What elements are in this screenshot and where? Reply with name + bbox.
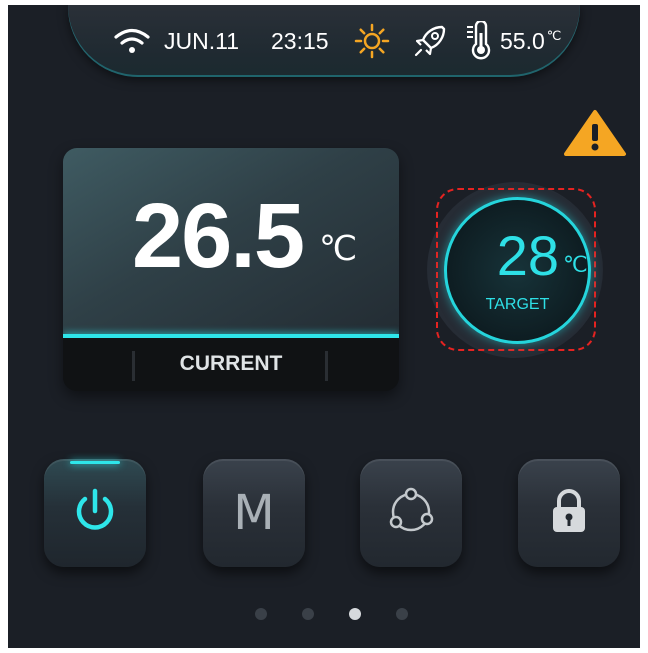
rocket-icon [412,5,448,77]
water-temp-value: 55.0 [500,27,545,54]
power-button[interactable] [44,459,146,567]
current-label-area: CURRENT [63,338,399,391]
mode-button[interactable]: M [203,459,305,567]
cycle-icon [383,485,439,542]
warning-icon[interactable] [563,109,627,157]
thermostat-screen: JUN.11 23:15 55.0 ℃ 26.5 ℃ CURRENT 28 ℃ … [8,5,640,648]
target-temperature-value: 28 [496,224,559,287]
page-dot[interactable] [255,608,267,620]
status-date: JUN.11 [164,27,239,54]
current-temperature-display: 26.5 ℃ [63,148,399,335]
status-bar: JUN.11 23:15 55.0 ℃ [68,5,580,77]
page-indicator [8,608,640,624]
water-temp-unit: ℃ [546,28,562,43]
sun-icon [354,5,390,77]
active-indicator [70,461,120,464]
page-dot[interactable] [396,608,408,620]
lock-button[interactable] [518,459,620,567]
page-dot-active[interactable] [349,608,361,620]
thermometer-icon [466,5,494,77]
current-label: CURRENT [179,352,283,375]
status-time: 23:15 [271,27,329,54]
page-dot[interactable] [302,608,314,620]
target-label: TARGET [485,296,550,313]
target-temperature-dial[interactable]: 28 ℃ TARGET [444,197,591,344]
lock-icon [549,488,589,539]
mode-label: M [233,485,275,541]
current-temperature-unit: ℃ [319,230,358,268]
current-temperature-card: 26.5 ℃ CURRENT [63,148,399,391]
water-temperature: 55.0 ℃ [500,5,561,77]
cycle-button[interactable] [360,459,462,567]
wifi-icon [114,5,150,77]
power-icon [73,487,117,540]
target-temperature-unit: ℃ [563,252,588,277]
current-temperature-value: 26.5 [131,185,305,287]
